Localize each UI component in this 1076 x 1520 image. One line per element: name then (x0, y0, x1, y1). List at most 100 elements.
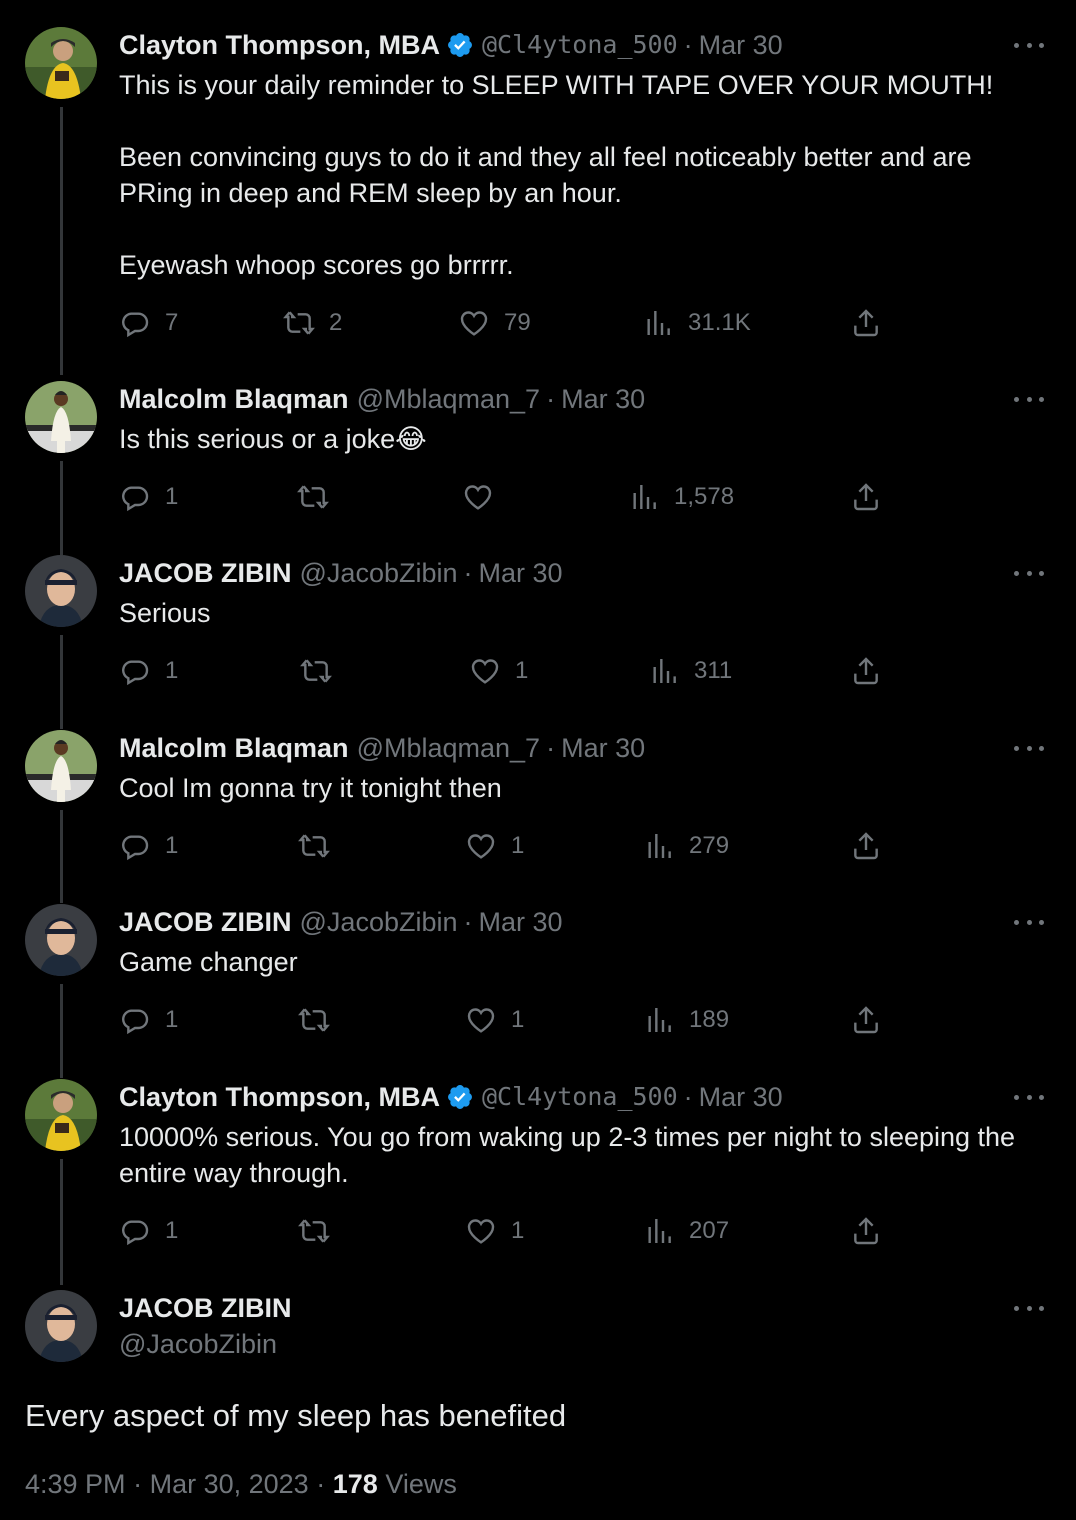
avatar[interactable] (25, 904, 97, 976)
avatar[interactable] (25, 27, 97, 99)
more-icon[interactable] (1014, 1302, 1044, 1314)
share-button[interactable] (850, 1002, 882, 1038)
author-handle[interactable]: @Cl4ytona_500 (482, 27, 678, 63)
separator: · (546, 733, 556, 763)
reply-button[interactable]: 1 (119, 479, 178, 515)
like-button[interactable]: 79 (458, 305, 531, 341)
views-button[interactable]: 31.1K (642, 305, 751, 341)
separator: · (463, 558, 473, 588)
tweet-full-date[interactable]: Mar 30, 2023 (150, 1469, 309, 1499)
separator: · (683, 1082, 693, 1112)
author-name[interactable]: Malcolm Blaqman (119, 730, 349, 766)
retweet-button[interactable] (300, 653, 346, 689)
tweet-date[interactable]: Mar 30 (479, 555, 563, 591)
author-handle[interactable]: @JacobZibin (300, 904, 458, 940)
reply-count: 1 (165, 657, 179, 684)
reply-button[interactable]: 1 (119, 653, 178, 689)
avatar[interactable] (25, 730, 97, 802)
retweet-button[interactable]: 2 (283, 305, 342, 341)
like-button[interactable]: 1 (465, 1002, 524, 1038)
more-icon[interactable] (1014, 1091, 1044, 1103)
views-button[interactable]: 207 (643, 1213, 729, 1249)
reply-button[interactable]: 1 (119, 1213, 178, 1249)
author-name[interactable]: JACOB ZIBIN (119, 904, 292, 940)
views-button[interactable]: 189 (643, 1002, 729, 1038)
like-icon (462, 481, 494, 513)
views-count: 207 (689, 1217, 730, 1244)
like-button[interactable] (462, 479, 508, 515)
share-icon (850, 655, 882, 687)
like-button[interactable]: 1 (469, 653, 528, 689)
action-bar: 1 1 207 (0, 1213, 1076, 1249)
retweet-count: 2 (329, 309, 343, 336)
tweet-date[interactable]: Mar 30 (479, 904, 563, 940)
views-button[interactable]: 311 (648, 653, 732, 689)
tweet-date[interactable]: Mar 30 (699, 1079, 783, 1115)
author-name[interactable]: JACOB ZIBIN (119, 555, 292, 591)
views-count: 189 (689, 1006, 730, 1033)
retweet-icon (298, 1215, 330, 1247)
share-button[interactable] (850, 828, 882, 864)
verified-badge-icon (446, 1083, 474, 1111)
share-button[interactable] (850, 653, 882, 689)
avatar[interactable] (25, 1290, 97, 1362)
author-handle[interactable]: @Cl4ytona_500 (482, 1079, 678, 1115)
retweet-icon (283, 307, 315, 339)
share-icon (850, 830, 882, 862)
action-bar: 1 1 189 (0, 1002, 1076, 1038)
views-button[interactable]: 279 (643, 828, 729, 864)
tweet-time[interactable]: 4:39 PM (25, 1469, 126, 1499)
views-icon (643, 830, 675, 862)
reply-count: 7 (165, 309, 179, 336)
author-handle[interactable]: @Mblaqman_7 (357, 381, 541, 417)
views-button[interactable]: 1,578 (628, 479, 734, 515)
like-icon (465, 1004, 497, 1036)
tweet-date[interactable]: Mar 30 (699, 27, 783, 63)
author-name[interactable]: Malcolm Blaqman (119, 381, 349, 417)
retweet-button[interactable] (298, 828, 344, 864)
reply-button[interactable]: 7 (119, 305, 178, 341)
tweet-date[interactable]: Mar 30 (561, 381, 645, 417)
like-icon (458, 307, 490, 339)
retweet-button[interactable] (297, 479, 343, 515)
author-handle[interactable]: @Mblaqman_7 (357, 730, 541, 766)
retweet-button[interactable] (298, 1213, 344, 1249)
avatar[interactable] (25, 555, 97, 627)
retweet-icon (298, 1004, 330, 1036)
like-count: 1 (511, 1217, 525, 1244)
reply-button[interactable]: 1 (119, 828, 178, 864)
more-icon[interactable] (1014, 393, 1044, 405)
reply-count: 1 (165, 1217, 179, 1244)
author-name[interactable]: JACOB ZIBIN (119, 1290, 292, 1326)
avatar[interactable] (25, 381, 97, 453)
reply-icon (119, 830, 151, 862)
like-button[interactable]: 1 (465, 1213, 524, 1249)
like-count: 1 (515, 657, 529, 684)
more-icon[interactable] (1014, 567, 1044, 579)
share-icon (850, 1004, 882, 1036)
retweet-icon (300, 655, 332, 687)
retweet-button[interactable] (298, 1002, 344, 1038)
separator: · (463, 907, 473, 937)
author-name[interactable]: Clayton Thompson, MBA (119, 1079, 440, 1115)
views-icon (643, 1004, 675, 1036)
reply-button[interactable]: 1 (119, 1002, 178, 1038)
share-button[interactable] (850, 1213, 882, 1249)
share-button[interactable] (850, 479, 882, 515)
tweet-date[interactable]: Mar 30 (561, 730, 645, 766)
share-button[interactable] (850, 305, 882, 341)
more-icon[interactable] (1014, 742, 1044, 754)
share-icon (850, 481, 882, 513)
author-handle[interactable]: @JacobZibin (119, 1326, 277, 1362)
reply-icon (119, 1004, 151, 1036)
more-icon[interactable] (1014, 916, 1044, 928)
avatar[interactable] (25, 1079, 97, 1151)
conversation-thread: Clayton Thompson, MBA @Cl4ytona_500 · Ma… (0, 0, 1076, 1520)
action-bar: 7 2 79 31.1K (0, 305, 1076, 341)
reply-icon (119, 1215, 151, 1247)
author-handle[interactable]: @JacobZibin (300, 555, 458, 591)
like-button[interactable]: 1 (465, 828, 524, 864)
more-icon[interactable] (1014, 39, 1044, 51)
author-name[interactable]: Clayton Thompson, MBA (119, 27, 440, 63)
views-icon (628, 481, 660, 513)
